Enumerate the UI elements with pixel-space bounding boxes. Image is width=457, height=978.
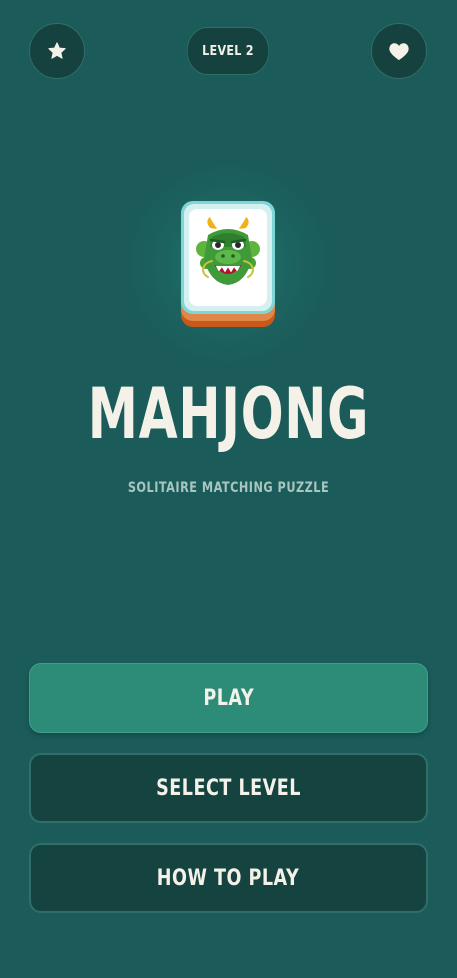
like-button[interactable]	[371, 23, 427, 79]
select-level-button-label: SELECT LEVEL	[156, 775, 301, 801]
how-to-play-button-label: HOW TO PLAY	[157, 865, 300, 891]
dragon-tile-icon	[180, 201, 276, 328]
game-title: MAHJONG	[87, 373, 370, 455]
game-subtitle: SOLITAIRE MATCHING PUZZLE	[127, 480, 330, 496]
play-button-label: PLAY	[203, 685, 254, 711]
heart-icon	[388, 41, 410, 61]
level-indicator[interactable]: LEVEL 2	[186, 27, 270, 75]
select-level-button[interactable]: SELECT LEVEL	[29, 753, 428, 823]
how-to-play-button[interactable]: HOW TO PLAY	[29, 843, 428, 913]
play-button[interactable]: PLAY	[29, 663, 428, 733]
star-icon	[47, 41, 67, 61]
favorites-button[interactable]	[29, 23, 85, 79]
